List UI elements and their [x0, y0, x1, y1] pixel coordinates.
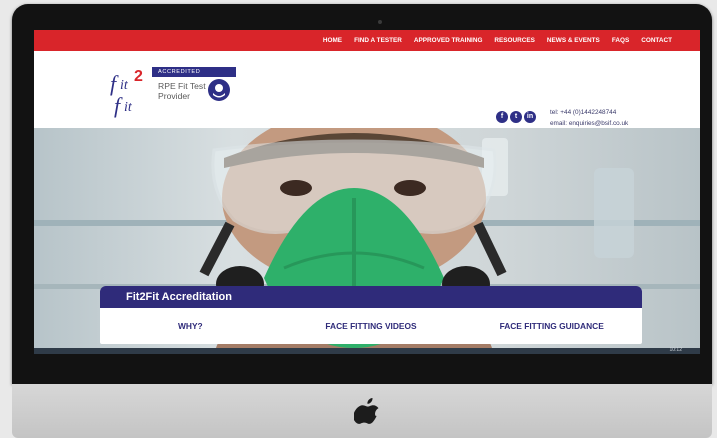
site-header: f it 2 f it ACCREDITED RPE Fit Test Prov…	[34, 51, 700, 128]
taskbar-clock: 10:12	[669, 347, 682, 353]
twitter-icon[interactable]: t	[510, 111, 522, 123]
tab-face-fitting-videos[interactable]: FACE FITTING VIDEOS	[281, 308, 462, 344]
mask-badge-icon	[208, 79, 230, 101]
top-nav: HOME FIND A TESTER APPROVED TRAINING RES…	[34, 30, 700, 51]
contact-tel[interactable]: tel: +44 (0)1442248744	[550, 107, 628, 118]
os-taskbar: 10:12	[34, 347, 700, 354]
fit2fit-logo-icon[interactable]: f it 2 f it	[108, 65, 156, 119]
nav-approved-training[interactable]: APPROVED TRAINING	[414, 37, 483, 44]
nav-news-events[interactable]: NEWS & EVENTS	[547, 37, 600, 44]
tab-why[interactable]: WHY?	[100, 308, 281, 344]
camera	[378, 20, 382, 24]
nav-home[interactable]: HOME	[323, 37, 342, 44]
tab-face-fitting-guidance[interactable]: FACE FITTING GUIDANCE	[461, 308, 642, 344]
nav-resources[interactable]: RESOURCES	[494, 37, 534, 44]
linkedin-icon[interactable]: in	[524, 111, 536, 123]
svg-text:2: 2	[134, 68, 143, 85]
panel-title: Fit2Fit Accreditation	[100, 286, 642, 308]
svg-text:it: it	[124, 100, 133, 115]
website-screen: HOME FIND A TESTER APPROVED TRAINING RES…	[34, 30, 700, 354]
nav-faqs[interactable]: FAQS	[612, 37, 629, 44]
nav-find-a-tester[interactable]: FIND A TESTER	[354, 37, 402, 44]
accredited-banner: ACCREDITED	[152, 67, 236, 77]
facebook-icon[interactable]: f	[496, 111, 508, 123]
nav-contact[interactable]: CONTACT	[641, 37, 672, 44]
svg-text:f: f	[114, 93, 123, 118]
panel-tabs: WHY? FACE FITTING VIDEOS FACE FITTING GU…	[100, 308, 642, 344]
apple-logo-icon	[354, 398, 379, 424]
svg-text:it: it	[120, 78, 129, 93]
social-links: f t in	[496, 111, 536, 123]
contact-info: tel: +44 (0)1442248744 email: enquiries@…	[550, 107, 628, 129]
